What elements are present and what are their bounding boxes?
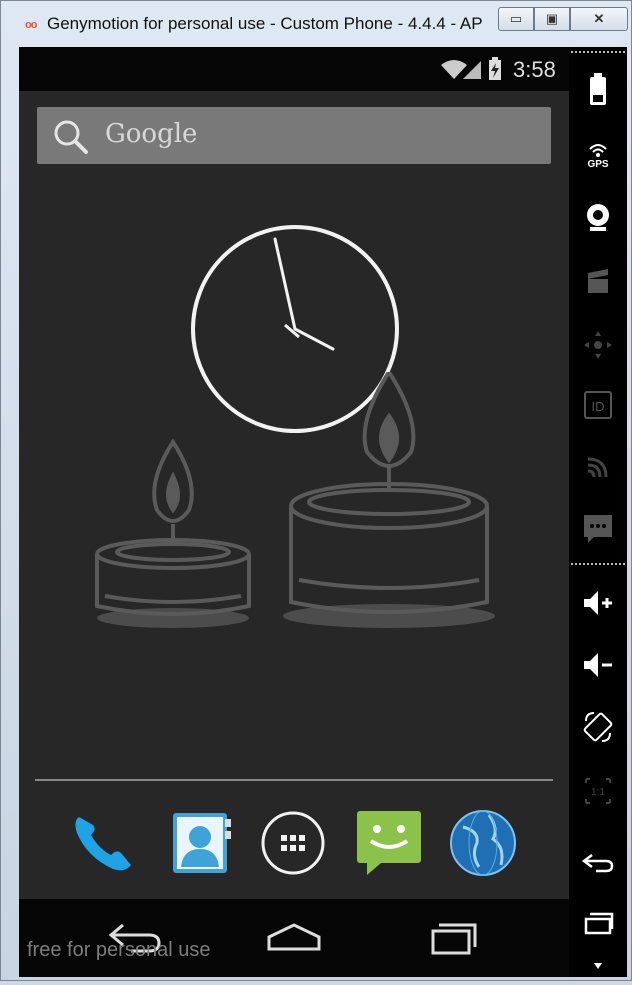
signal-icon (463, 61, 481, 79)
hour-hand (293, 327, 335, 351)
status-bar[interactable]: 3:58 (19, 47, 569, 91)
scale-icon[interactable]: 1:1 (578, 771, 618, 811)
status-icons (441, 57, 501, 80)
contacts-icon[interactable] (167, 809, 235, 877)
minute-hand (273, 237, 297, 331)
volume-up-icon[interactable] (578, 583, 618, 623)
sidebar-divider (571, 563, 625, 567)
candles-wallpaper-icon (95, 372, 495, 628)
window-title: Genymotion for personal use - Custom Pho… (47, 14, 483, 33)
genymotion-sidebar: GPS ID 1:1 (569, 47, 627, 977)
sidebar-divider (571, 51, 625, 55)
search-placeholder: Google (105, 119, 198, 149)
close-button[interactable]: ✕ (570, 7, 628, 31)
phone-icon[interactable] (69, 809, 137, 877)
gps-label: GPS (587, 159, 608, 170)
app-dock (19, 803, 569, 883)
id-label: ID (592, 399, 605, 414)
clapper-icon[interactable] (578, 261, 618, 301)
rotate-icon[interactable] (578, 707, 618, 747)
volume-down-icon[interactable] (578, 645, 618, 685)
minimize-button[interactable]: ▭ (498, 7, 534, 31)
genymotion-logo-icon: oo (25, 19, 37, 31)
gps-icon[interactable]: GPS (578, 133, 618, 173)
wifi-icon (441, 60, 467, 79)
status-time: 3:58 (513, 57, 556, 82)
recent-apps-icon[interactable] (578, 905, 618, 945)
watermark-text: free for personal use (27, 939, 211, 961)
recent-apps-icon[interactable] (419, 917, 489, 957)
emulator-window: oo Genymotion for personal use - Custom … (0, 0, 632, 981)
id-icon[interactable]: ID (578, 385, 618, 425)
dock-divider (35, 779, 553, 781)
maximize-button[interactable]: ▣ (534, 7, 570, 31)
back-icon[interactable] (578, 843, 618, 883)
home-icon[interactable] (259, 917, 329, 957)
messaging-icon[interactable] (355, 809, 423, 877)
search-icon (54, 120, 88, 154)
globe-icon[interactable] (449, 809, 517, 877)
battery-charging-icon (489, 57, 501, 80)
sms-icon[interactable] (578, 507, 618, 547)
app-drawer-icon[interactable] (259, 809, 327, 877)
dpad-icon[interactable] (578, 325, 618, 365)
title-bar[interactable]: oo Genymotion for personal use - Custom … (1, 1, 631, 47)
battery-icon[interactable] (578, 69, 618, 109)
android-screen[interactable]: 3:58 Google free for personal use (19, 47, 569, 977)
google-search-bar[interactable]: Google (37, 107, 551, 164)
webcam-icon[interactable] (578, 197, 618, 237)
scroll-down-icon[interactable] (578, 945, 618, 985)
cast-icon[interactable] (578, 445, 618, 485)
scale-label: 1:1 (591, 787, 605, 798)
navigation-bar (19, 899, 569, 977)
